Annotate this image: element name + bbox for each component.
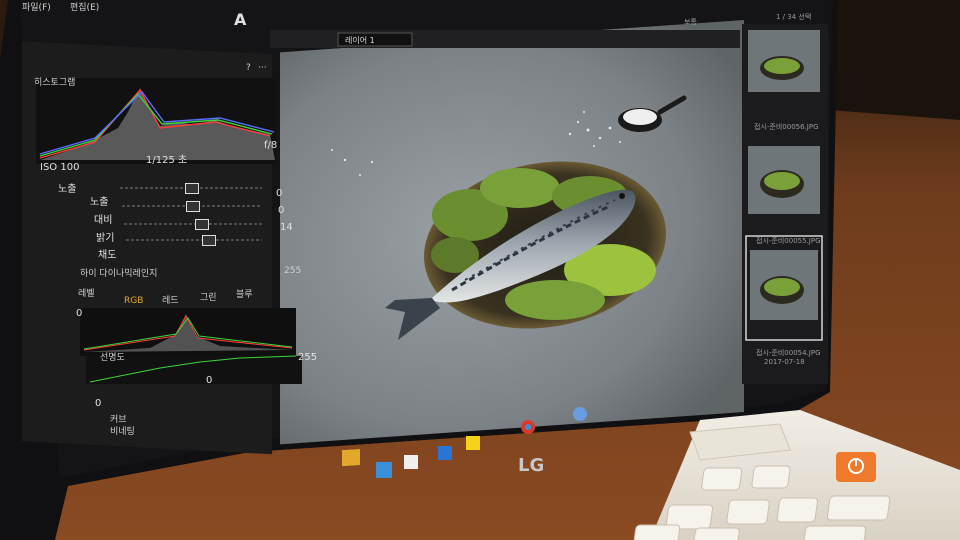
hdr-max-value: 255: [284, 266, 302, 276]
thumb-caption: 접시-준비00055.JPG: [756, 237, 821, 245]
hdr-section-title[interactable]: 하이 다이나믹레인지: [80, 266, 157, 279]
help-icon[interactable]: ?: [246, 63, 251, 73]
slider-label: 채도: [98, 250, 117, 261]
aperture-readout: f/8: [264, 140, 278, 151]
menu-edit[interactable]: 편집(E): [70, 0, 99, 13]
thumb-caption: 접시-준비00056.JPG: [754, 123, 819, 131]
sharpness-section-title[interactable]: 선명도: [100, 350, 125, 363]
histogram-title[interactable]: 히스토그램: [34, 75, 75, 88]
filmstrip-sort-label: 보통: [684, 18, 697, 26]
thumb-date: 2017-07-18: [764, 358, 805, 366]
levels-right-value: 255: [298, 352, 318, 363]
thumbnails: [745, 30, 823, 341]
levels-section-title[interactable]: 레벨: [78, 286, 95, 299]
exposure-section-title[interactable]: 노출: [58, 180, 76, 195]
slider-value: 14: [280, 222, 293, 233]
levels-left-value: 0: [76, 308, 83, 319]
contrast-slider-thumb[interactable]: [186, 201, 200, 212]
laptop-logo: LG: [518, 455, 545, 476]
layer-select[interactable]: 레이어 1: [345, 35, 375, 46]
slider-value: 0: [278, 205, 285, 216]
background-shadow: [820, 0, 960, 120]
saturation-slider-thumb[interactable]: [201, 235, 216, 246]
power-key: [836, 452, 876, 482]
more-icon[interactable]: ···: [258, 63, 267, 73]
slider-label: 밝기: [96, 233, 115, 244]
levels-mid-value: 0: [206, 375, 213, 386]
levels-tab-green[interactable]: 그린: [200, 290, 217, 303]
slider-value: 0: [276, 188, 283, 199]
levels-bottom-left-value: 0: [95, 398, 102, 409]
filmstrip-count: 1 / 34 선택: [776, 13, 812, 21]
levels-tab-rgb[interactable]: RGB: [124, 296, 143, 306]
menu-file[interactable]: 파일(F): [22, 0, 51, 13]
vignette-section-title[interactable]: 비네팅: [110, 424, 135, 437]
shutter-readout: 1/125 초: [146, 155, 188, 166]
slider-label: 노출: [90, 197, 109, 208]
levels-tab-red[interactable]: 레드: [162, 293, 179, 306]
levels-tab-blue[interactable]: 블루: [236, 287, 253, 300]
slider-label: 대비: [94, 215, 113, 226]
iso-readout: ISO 100: [40, 162, 80, 173]
thumb-caption: 접시-준비00054.JPG: [756, 349, 821, 357]
text-tool-icon[interactable]: A: [234, 10, 246, 29]
brightness-slider-thumb[interactable]: [195, 219, 210, 230]
exposure-slider-thumb[interactable]: [185, 183, 199, 194]
